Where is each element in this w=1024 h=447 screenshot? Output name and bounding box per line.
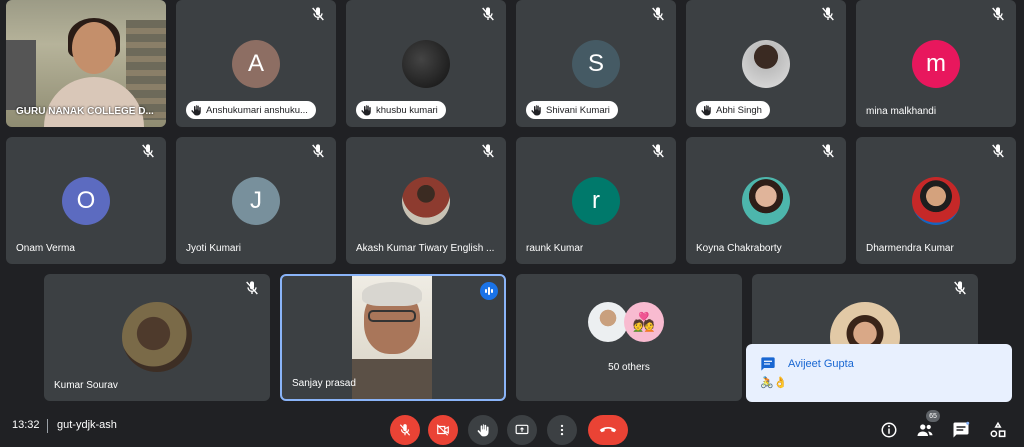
raised-hand-icon [191,105,201,116]
chat-sender: Avijeet Gupta [788,358,854,370]
people-icon[interactable] [916,421,934,439]
leave-call-button[interactable] [588,415,628,445]
participant-avatar: r [572,177,620,225]
participant-tile-raunk[interactable]: r raunk Kumar [516,137,676,264]
others-count-label: 50 others [608,362,650,373]
participant-name-pill: Anshukumari anshuku... [186,101,316,119]
mic-off-icon [822,144,834,158]
participant-photo-avatar [588,302,628,342]
info-icon[interactable] [880,421,898,439]
mic-off-icon [652,7,664,21]
mic-off-icon [482,7,494,21]
others-tile[interactable]: 💑 50 others [516,274,742,401]
mic-off-icon [992,144,1004,158]
participant-tile-anshukumari[interactable]: A Anshukumari anshuku... [176,0,336,127]
participant-photo-avatar [742,40,790,88]
end-call-icon [599,427,617,433]
participant-tile-khusbu[interactable]: khusbu kumari [346,0,506,127]
participant-tile-koyna[interactable]: Koyna Chakraborty [686,137,846,264]
participant-tile-abhi[interactable]: Abhi Singh [686,0,846,127]
participant-avatar: m [912,40,960,88]
participant-tile-mina[interactable]: m mina malkhandi [856,0,1016,127]
participant-tile-akash[interactable]: Akash Kumar Tiwary English ... [346,137,506,264]
participant-name: Kumar Sourav [54,380,118,391]
participant-name: mina malkhandi [866,106,937,117]
raised-hand-icon [701,105,711,116]
mic-off-icon [246,281,258,295]
chat-icon[interactable] [952,421,970,439]
meeting-code: gut-ydjk-ash [57,419,117,431]
participant-name-pill: Shivani Kumari [526,101,618,119]
participant-tile-kumar-sourav[interactable]: Kumar Sourav [44,274,270,401]
participant-avatar: J [232,177,280,225]
participant-name: Sanjay prasad [292,378,356,389]
participant-avatar: S [572,40,620,88]
divider [47,419,48,433]
toggle-microphone-button[interactable] [390,415,420,445]
chat-icon [761,357,775,371]
mic-off-icon [482,144,494,158]
present-now-button[interactable] [507,415,537,445]
people-count-badge: 65 [926,410,940,422]
mic-off-icon [312,144,324,158]
participant-tile-jyoti[interactable]: J Jyoti Kumari [176,137,336,264]
mic-off-icon [399,424,411,436]
mic-off-icon [992,7,1004,21]
participant-name: Akash Kumar Tiwary English ... [356,243,495,254]
participant-photo-avatar [402,40,450,88]
participant-avatar: O [62,177,110,225]
more-options-icon [560,424,564,436]
raised-hand-icon [361,105,371,116]
video-off-icon [436,424,449,436]
activities-icon[interactable] [989,421,1007,439]
participant-name: raunk Kumar [526,243,584,254]
mic-off-icon [954,281,966,295]
participant-name: Onam Verma [16,243,75,254]
present-icon [515,424,529,435]
toggle-camera-button[interactable] [428,415,458,445]
participant-name: Koyna Chakraborty [696,243,782,254]
speaking-icon [480,282,498,300]
participant-photo-avatar: 💑 [624,302,664,342]
clock: 13:32 [12,419,40,431]
raised-hand-icon [531,105,541,116]
participant-tile-onam[interactable]: O Onam Verma [6,137,166,264]
chat-message: 🚴👌 [760,377,788,389]
participant-name-pill: khusbu kumari [356,101,446,119]
participant-name: Jyoti Kumari [186,243,242,254]
participant-photo-avatar [122,302,192,372]
participant-tile-shivani[interactable]: S Shivani Kumari [516,0,676,127]
mic-off-icon [652,144,664,158]
participant-tile-sanjay-speaking[interactable]: Sanjay prasad [280,274,506,401]
self-video-tile[interactable]: GURU NANAK COLLEGE D... [6,0,166,127]
others-avatar-stack: 💑 [588,302,668,342]
chat-notification[interactable]: Avijeet Gupta 🚴👌 [746,344,1012,402]
mic-off-icon [822,7,834,21]
bottom-toolbar: 13:32 gut-ydjk-ash [0,407,1024,447]
mic-off-icon [312,7,324,21]
participant-name: Dharmendra Kumar [866,243,954,254]
mic-off-icon [142,144,154,158]
participant-photo-avatar [742,177,790,225]
participant-name-pill: Abhi Singh [696,101,770,119]
speaker-camera-feed [352,276,432,399]
participant-avatar: A [232,40,280,88]
raise-hand-button[interactable] [468,415,498,445]
participant-photo-avatar [912,177,960,225]
raised-hand-icon [477,424,489,437]
self-name-label: GURU NANAK COLLEGE D... [16,106,154,117]
more-options-button[interactable] [547,415,577,445]
participant-tile-dharmendra[interactable]: Dharmendra Kumar [856,137,1016,264]
participant-photo-avatar [402,177,450,225]
